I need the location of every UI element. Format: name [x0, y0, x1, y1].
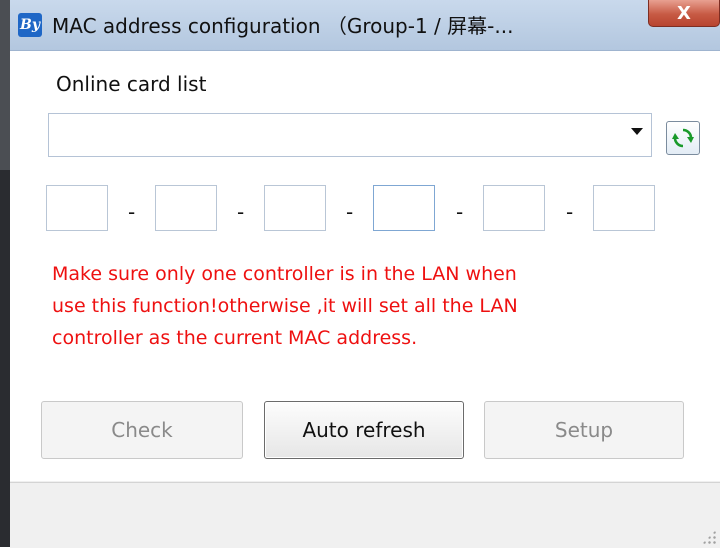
- check-button[interactable]: Check: [41, 401, 243, 459]
- warning-line: use this function!otherwise ,it will set…: [52, 295, 518, 317]
- resize-grip-icon[interactable]: [702, 530, 716, 544]
- refresh-button[interactable]: [666, 121, 700, 155]
- mac-octet-2[interactable]: [155, 185, 217, 231]
- mac-separator: -: [237, 200, 245, 224]
- status-footer: [10, 482, 720, 548]
- window-title: MAC address configuration （Group-1 / 屏幕-…: [52, 14, 514, 38]
- mac-octet-6[interactable]: [593, 185, 655, 231]
- mac-separator: -: [566, 200, 574, 224]
- mac-octet-3[interactable]: [264, 185, 326, 231]
- auto-refresh-button[interactable]: Auto refresh: [264, 401, 464, 459]
- mac-separator: -: [128, 200, 136, 224]
- online-card-list-label: Online card list: [56, 72, 207, 96]
- mac-octet-1[interactable]: [46, 185, 108, 231]
- mac-octet-5[interactable]: [483, 185, 545, 231]
- app-logo-icon: By: [18, 13, 42, 37]
- lan-warning-message: Make sure only one controller is in the …: [52, 258, 692, 354]
- warning-line: Make sure only one controller is in the …: [52, 263, 517, 285]
- close-button[interactable]: X: [648, 0, 720, 27]
- warning-line: controller as the current MAC address.: [52, 327, 418, 349]
- background-window-edge: [0, 0, 10, 547]
- setup-button[interactable]: Setup: [484, 401, 684, 459]
- background-window-stripe: [0, 0, 10, 170]
- mac-config-window: By MAC address configuration （Group-1 / …: [10, 0, 720, 548]
- mac-separator: -: [346, 200, 354, 224]
- chevron-down-icon[interactable]: [631, 128, 643, 135]
- title-bar[interactable]: By MAC address configuration （Group-1 / …: [10, 0, 720, 51]
- refresh-icon: [672, 128, 694, 148]
- mac-octet-4[interactable]: [373, 185, 435, 231]
- mac-separator: -: [456, 200, 464, 224]
- online-card-dropdown[interactable]: [48, 113, 652, 157]
